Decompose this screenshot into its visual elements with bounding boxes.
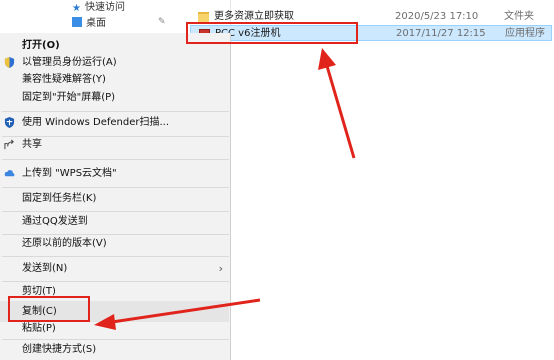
annotation-arrow-left xyxy=(94,298,261,330)
annotation-arrows xyxy=(94,48,356,330)
annotation-arrow-up xyxy=(318,48,356,159)
